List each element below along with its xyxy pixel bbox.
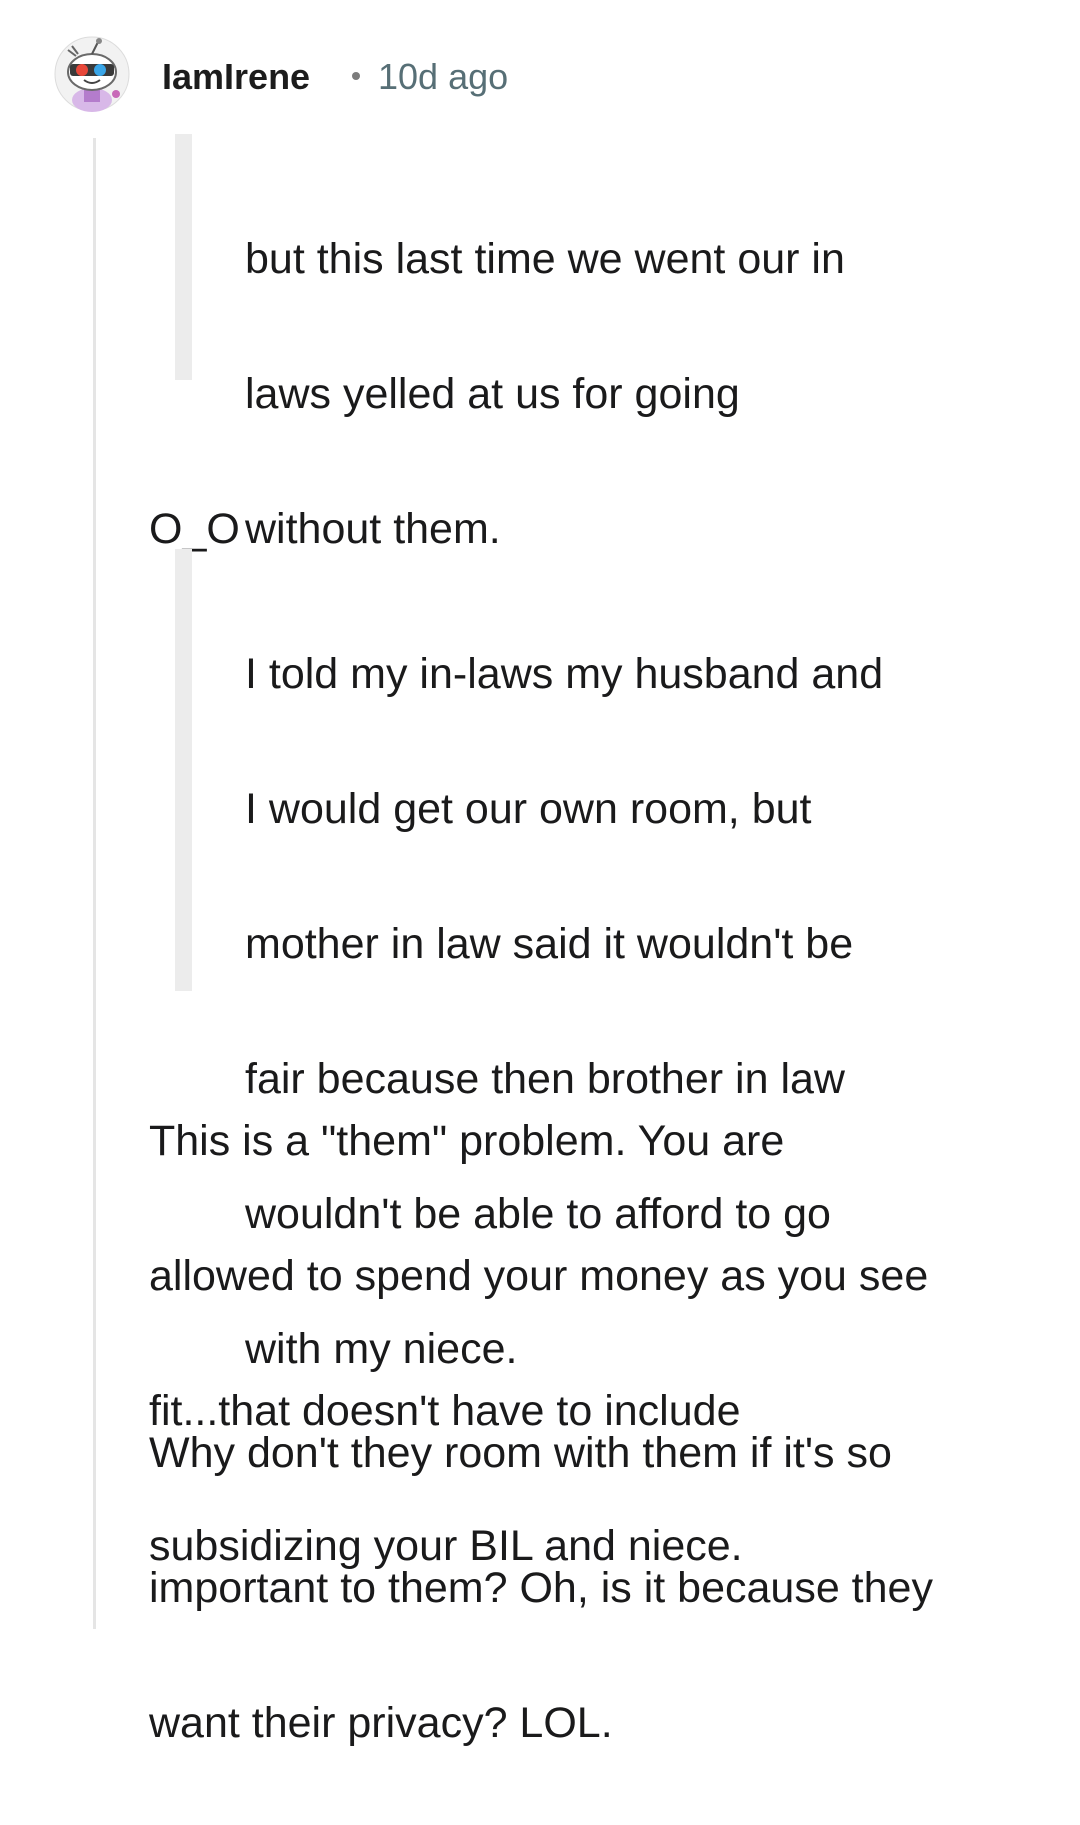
blockquote-line: I told my in-laws my husband and <box>245 649 884 698</box>
dot-separator-icon <box>352 72 360 80</box>
comment-timestamp: 10d ago <box>378 56 509 97</box>
paragraph-line: Why don't they room with them if it's so <box>149 1428 892 1477</box>
paragraph-line: want their privacy? LOL. <box>149 1698 613 1747</box>
comment-header: IamIrene 10d ago <box>0 0 1080 140</box>
blockquote-bar <box>175 549 192 991</box>
comment-paragraph: Why don't they room with them if it's so… <box>149 1352 1049 1825</box>
thread-collapse-line[interactable] <box>93 138 96 1629</box>
paragraph-line: O_O <box>149 504 240 553</box>
paragraph-line: This is a "them" problem. You are <box>149 1116 785 1165</box>
blockquote-line: I would get our own room, but <box>245 784 812 833</box>
paragraph-line: important to them? Oh, is it because the… <box>149 1563 933 1612</box>
blockquote-line: laws yelled at us for going <box>245 369 740 418</box>
snoo-avatar-icon[interactable] <box>54 36 130 112</box>
blockquote-line: but this last time we went our in <box>245 234 845 283</box>
blockquote-line: mother in law said it wouldn't be <box>245 919 854 968</box>
blockquote-bar <box>175 134 192 380</box>
paragraph-line: allowed to spend your money as you see <box>149 1251 929 1300</box>
comment-author[interactable]: IamIrene <box>162 55 310 99</box>
